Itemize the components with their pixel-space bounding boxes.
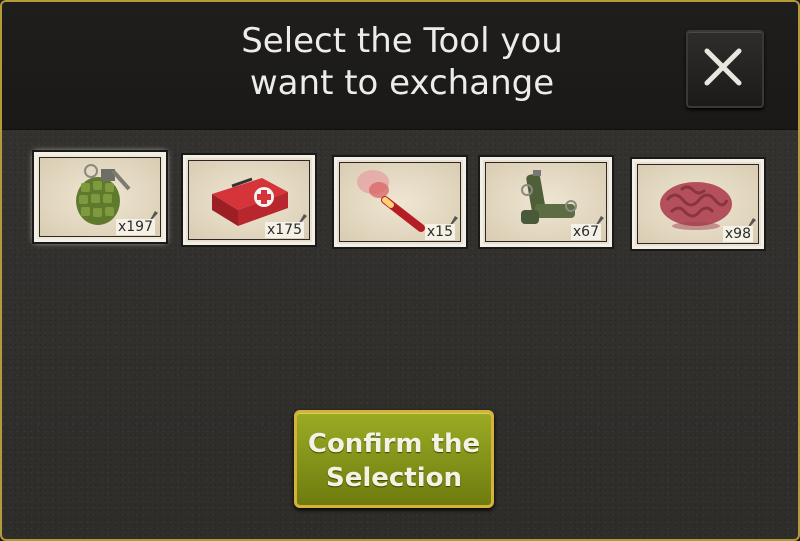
tool-count: x15 xyxy=(424,224,455,240)
tool-slots: x197 x175 x15 x67 x98 xyxy=(32,152,772,249)
tool-count: x197 xyxy=(115,219,155,235)
dialog-title: Select the Tool you want to exchange xyxy=(241,21,563,103)
tool-count: x98 xyxy=(722,226,753,242)
tool-count: x175 xyxy=(264,222,304,238)
tool-count: x67 xyxy=(570,224,601,240)
close-icon xyxy=(704,48,742,86)
dialog-header: Select the Tool you want to exchange xyxy=(2,2,798,130)
tool-slot-brain[interactable]: x98 xyxy=(632,159,764,249)
tool-slot-frag-grenade[interactable]: x197 xyxy=(34,152,166,242)
confirm-selection-button[interactable]: Confirm the Selection xyxy=(294,410,494,508)
tool-slot-first-aid-kit[interactable]: x175 xyxy=(183,155,315,245)
exchange-dialog: Select the Tool you want to exchange x19… xyxy=(0,0,800,541)
tool-slot-stun-grenades[interactable]: x67 xyxy=(480,157,612,247)
tool-slot-flare[interactable]: x15 xyxy=(334,157,466,247)
confirm-button-label: Confirm the Selection xyxy=(307,429,481,493)
close-button[interactable] xyxy=(686,30,764,108)
